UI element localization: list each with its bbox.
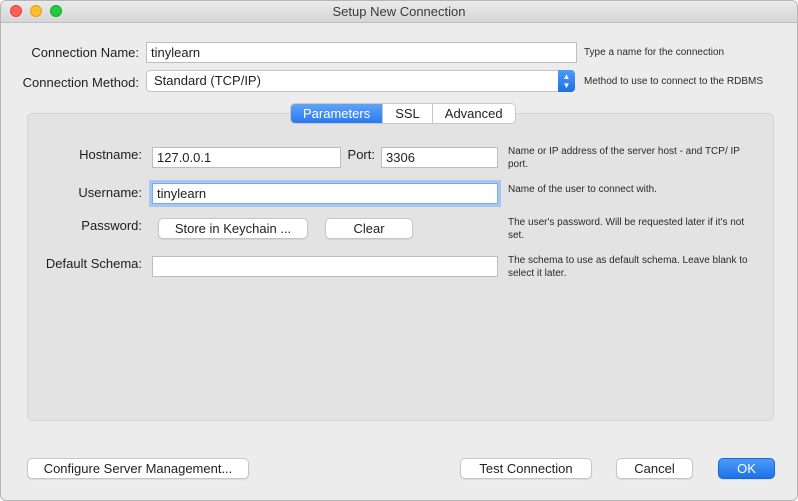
setup-connection-window: Setup New Connection Connection Name: ti… xyxy=(0,0,798,501)
connection-method-hint: Method to use to connect to the RDBMS xyxy=(584,76,763,87)
test-connection-button[interactable]: Test Connection xyxy=(460,458,592,479)
connection-name-hint: Type a name for the connection xyxy=(584,47,725,58)
default-schema-hint: The schema to use as default schema. Lea… xyxy=(508,255,748,279)
clear-password-button[interactable]: Clear xyxy=(325,218,413,239)
hostname-input[interactable]: 127.0.0.1 xyxy=(152,147,341,168)
chevron-up-down-icon: ▲ ▼ xyxy=(558,70,575,92)
username-hint: Name of the user to connect with. xyxy=(508,184,657,195)
connection-method-select[interactable]: Standard (TCP/IP) ▲ ▼ xyxy=(146,70,575,92)
host-port-hint: Name or IP address of the server host - … xyxy=(508,146,740,170)
username-label: Username: xyxy=(78,185,142,200)
password-label: Password: xyxy=(81,218,142,233)
hostname-label: Hostname: xyxy=(79,147,142,162)
title-bar: Setup New Connection xyxy=(1,1,797,23)
default-schema-label: Default Schema: xyxy=(45,256,142,271)
password-hint: The user's password. Will be requested l… xyxy=(508,217,745,241)
port-label: Port: xyxy=(347,147,375,162)
connection-method-label: Connection Method: xyxy=(22,75,139,90)
connection-method-value: Standard (TCP/IP) xyxy=(154,73,261,88)
default-schema-input[interactable] xyxy=(152,256,498,277)
port-input[interactable]: 3306 xyxy=(381,147,498,168)
tab-bar: Parameters SSL Advanced xyxy=(290,103,516,124)
tab-ssl[interactable]: SSL xyxy=(383,104,433,123)
connection-name-input[interactable]: tinylearn xyxy=(146,42,577,63)
tab-parameters[interactable]: Parameters xyxy=(291,104,384,123)
store-in-keychain-button[interactable]: Store in Keychain ... xyxy=(158,218,308,239)
connection-name-label: Connection Name: xyxy=(31,45,139,60)
window-title: Setup New Connection xyxy=(332,4,466,19)
configure-server-management-button[interactable]: Configure Server Management... xyxy=(27,458,249,479)
username-input[interactable]: tinylearn xyxy=(152,183,498,204)
ok-button[interactable]: OK xyxy=(718,458,775,479)
cancel-button[interactable]: Cancel xyxy=(616,458,693,479)
tab-advanced[interactable]: Advanced xyxy=(433,104,515,123)
